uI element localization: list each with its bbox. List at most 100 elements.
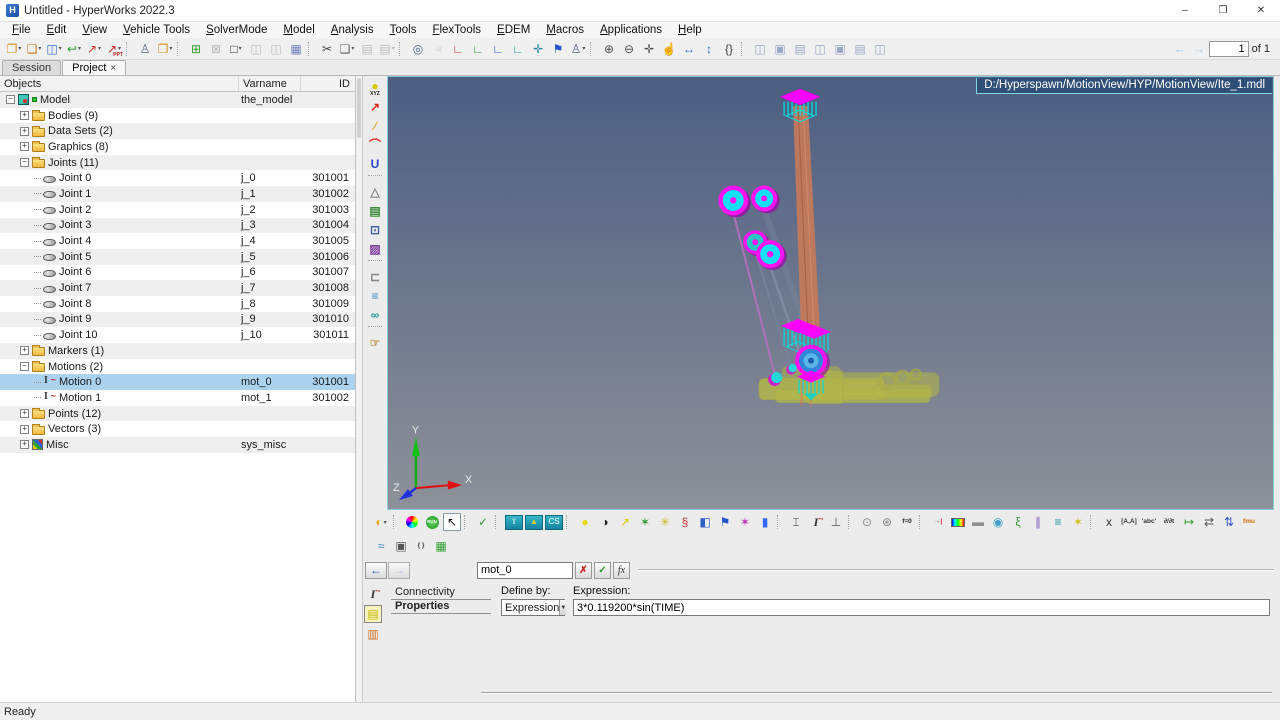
maximize-button[interactable]: ❐ (1204, 0, 1242, 21)
viewport-scene[interactable]: Y X Z (388, 77, 1273, 509)
define-by-select[interactable]: Expression ▼ (501, 599, 565, 616)
paste-special-button[interactable]: ▤▾ (378, 40, 396, 58)
view-iso-button[interactable]: ∟ (509, 40, 527, 58)
tree-row[interactable]: Joint 9j_9301010 (0, 312, 355, 328)
capture-camera-button[interactable]: ▣ (831, 40, 849, 58)
string-button[interactable]: 'abc' (1140, 513, 1158, 531)
tree-row[interactable]: Motion 0mot_0301001 (0, 374, 355, 390)
open-model-button[interactable]: ❏▾ (25, 40, 43, 58)
gear-button[interactable]: ⊙ (858, 513, 876, 531)
expand-icon[interactable]: + (20, 142, 29, 151)
dropdown-caret-icon[interactable]: ▾ (59, 45, 62, 52)
menu-view[interactable]: View (74, 24, 115, 36)
tab-project[interactable]: Project× (62, 60, 126, 75)
tree-row[interactable]: +Data Sets (2) (0, 123, 355, 139)
dropdown-caret-icon[interactable]: ▾ (78, 45, 81, 52)
column-id[interactable]: ID (301, 76, 355, 91)
capture-movie-button[interactable]: ▤ (851, 40, 869, 58)
menu-analysis[interactable]: Analysis (323, 24, 382, 36)
fit-view-button[interactable]: ✛ (640, 40, 658, 58)
import-cad-button[interactable]: ▲ (525, 515, 543, 530)
rotate-view-button[interactable]: {} (720, 40, 738, 58)
trace-spheres-button[interactable]: ∞ (365, 305, 385, 324)
presentation-screen-button[interactable]: ⊡ (365, 220, 385, 239)
force-panel-button[interactable]: ⊥ (827, 513, 845, 531)
page-back-button[interactable]: ← (1174, 41, 1187, 56)
menu-help[interactable]: Help (670, 24, 710, 36)
zoom-tool-button[interactable]: ◎ (409, 40, 427, 58)
close-button[interactable]: ✕ (1242, 0, 1280, 21)
capture-region-button[interactable]: ▤ (791, 40, 809, 58)
tree-row[interactable]: Joint 2j_2301003 (0, 202, 355, 218)
dropdown-caret-icon[interactable]: ▾ (582, 45, 585, 52)
expand-icon[interactable]: + (20, 111, 29, 120)
swap-io-button[interactable]: ⇄ (1200, 513, 1218, 531)
expand-icon[interactable]: + (20, 440, 29, 449)
entity-name-input[interactable] (477, 562, 573, 579)
tree-row[interactable]: −Motions (2) (0, 359, 355, 375)
force-entity-button[interactable]: ◧ (696, 513, 714, 531)
menu-solvermode[interactable]: SolverMode (198, 24, 275, 36)
menu-tools[interactable]: Tools (382, 24, 425, 36)
output-block-button[interactable]: ↦ (1180, 513, 1198, 531)
bushing-button[interactable]: ▬ (969, 513, 987, 531)
propeller-joint-button[interactable]: ✶ (636, 513, 654, 531)
matrix-button[interactable]: [A,A] (1120, 513, 1138, 531)
column-varname[interactable]: Varname (239, 76, 301, 91)
swap-windows-button[interactable]: ▦ (287, 40, 305, 58)
curve-tool-button[interactable]: ⌒ (365, 135, 385, 154)
spreadsheet-button[interactable]: ▦ (432, 537, 450, 555)
menu-vehicle-tools[interactable]: Vehicle Tools (115, 24, 198, 36)
capture-video-button[interactable]: ◫ (811, 40, 829, 58)
browser-scrollbar[interactable] (356, 76, 363, 702)
menu-file[interactable]: File (4, 24, 39, 36)
body-inertia-button[interactable]: ◑ (596, 513, 614, 531)
expand-icon[interactable]: + (20, 346, 29, 355)
tree-row[interactable]: Joint 6j_6301007 (0, 265, 355, 281)
previous-view-button[interactable]: ◄ (429, 40, 447, 58)
accept-button[interactable]: ✓ (594, 562, 611, 579)
expression-builder-button[interactable]: fx (613, 562, 630, 579)
xyz-sphere-button[interactable]: ●XYZ (365, 78, 385, 97)
increment-line-button[interactable]: ∕ (365, 116, 385, 135)
polygon-tool-button[interactable]: △ (365, 182, 385, 201)
clear-button[interactable]: ✗ (575, 562, 592, 579)
fmu-button[interactable]: fmu (1240, 513, 1258, 531)
color-wheel-button[interactable]: ● (403, 513, 421, 531)
tree-row[interactable]: −Modelthe_model (0, 92, 355, 108)
collapse-icon[interactable]: − (20, 362, 29, 371)
contact-wall-button[interactable]: →| (929, 513, 947, 531)
add-page-button[interactable]: ⊞ (187, 40, 205, 58)
tab-close-icon[interactable]: × (110, 63, 116, 74)
dropdown-caret-icon[interactable]: ▾ (169, 45, 172, 52)
import-button[interactable]: ↗▾ (85, 40, 103, 58)
vector-entity-button[interactable]: ↗ (616, 513, 634, 531)
templex-braces-button[interactable]: { } (412, 537, 430, 555)
tree-row[interactable]: +Markers (1) (0, 343, 355, 359)
menu-macros[interactable]: Macros (538, 24, 592, 36)
solid-stack-button[interactable]: ≡ (1049, 513, 1067, 531)
tree-row[interactable]: Joint 5j_5301006 (0, 249, 355, 265)
plot-browser-button[interactable]: ▣ (392, 537, 410, 555)
user-profile-button[interactable]: ♙ (136, 40, 154, 58)
section-cut-button[interactable]: ⊏ (365, 267, 385, 286)
tree-row[interactable]: Joint 0j_0301001 (0, 170, 355, 186)
menu-edit[interactable]: Edit (39, 24, 75, 36)
window-layout-2-button[interactable]: ◫ (247, 40, 265, 58)
capture-settings-button[interactable]: ◫ (871, 40, 889, 58)
page-number-input[interactable] (1209, 41, 1249, 57)
motion-mini-icon[interactable]: I (364, 585, 382, 603)
contact-spark-button[interactable]: ✶ (1069, 513, 1087, 531)
signal-curves-button[interactable]: ≈ (372, 537, 390, 555)
panel-tab-connectivity[interactable]: Connectivity (391, 586, 491, 600)
motion-panel-button[interactable]: ⌶ (787, 513, 805, 531)
select-cursor-button[interactable]: ↖ (443, 513, 461, 531)
view-sphere-button[interactable]: ◐▾ (372, 513, 390, 531)
dropdown-caret-icon[interactable]: ▾ (351, 45, 354, 52)
tree-row[interactable]: +Vectors (3) (0, 421, 355, 437)
tree-row[interactable]: Motion 1mot_1301002 (0, 390, 355, 406)
spring-damper-button[interactable]: § (676, 513, 694, 531)
motion-entity-button[interactable]: I (807, 513, 825, 531)
tree-row[interactable]: Joint 4j_4301005 (0, 233, 355, 249)
menu-applications[interactable]: Applications (592, 24, 670, 36)
